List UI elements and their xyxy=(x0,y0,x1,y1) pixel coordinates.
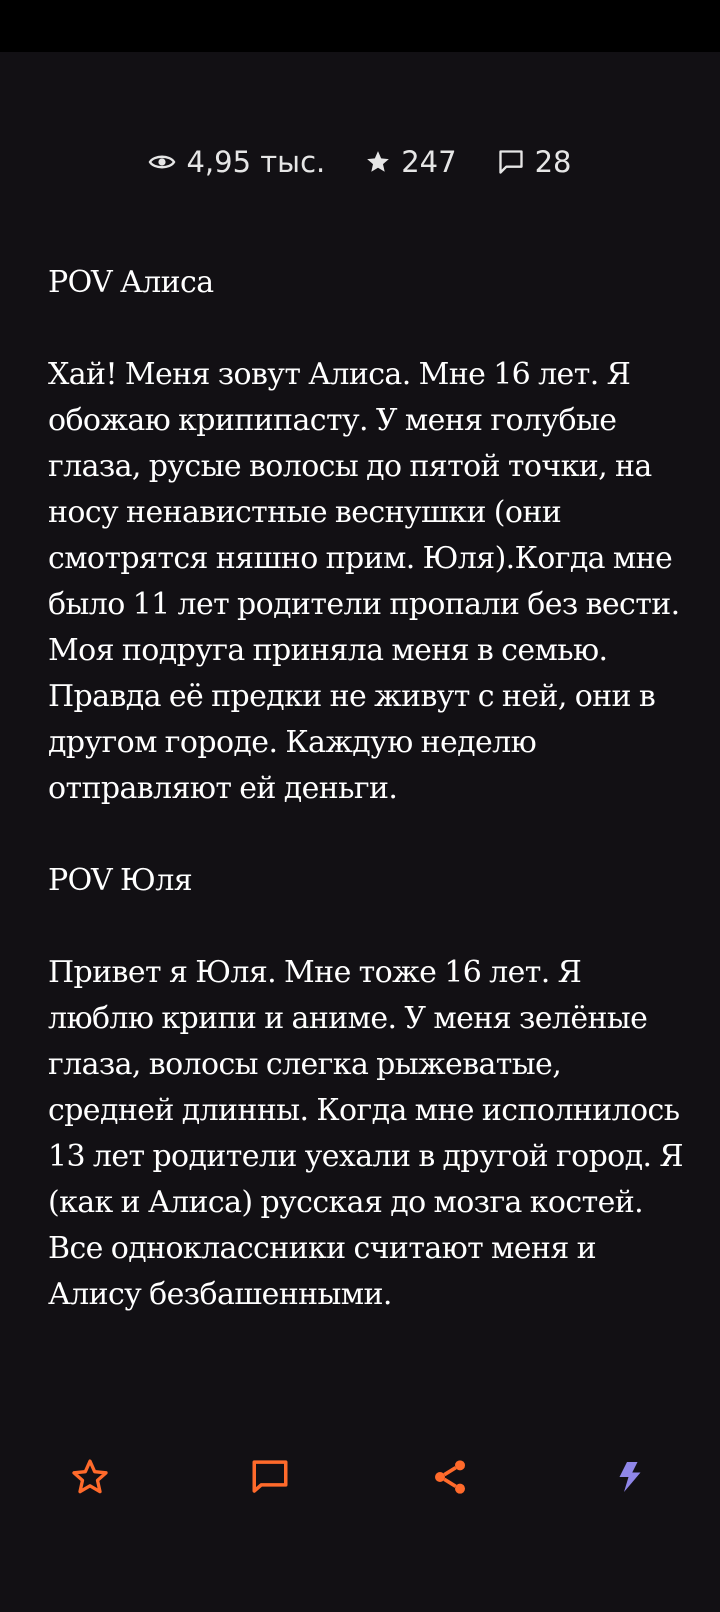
section-heading-alice: POV Алиса xyxy=(48,265,214,300)
comments-stat: 28 xyxy=(497,145,572,179)
boost-button[interactable] xyxy=(605,1452,655,1502)
views-stat: 4,95 тыс. xyxy=(148,145,325,179)
comment-button[interactable] xyxy=(245,1452,295,1502)
star-outline-icon xyxy=(72,1459,108,1494)
speech-bubble-icon xyxy=(498,150,523,174)
lightning-icon xyxy=(619,1462,641,1492)
favorite-button[interactable] xyxy=(65,1452,115,1502)
comments-count: 28 xyxy=(534,145,572,179)
share-button[interactable] xyxy=(425,1452,475,1502)
story-text: POV Алиса Хай! Меня зовут Алиса. Мне 16 … xyxy=(48,260,688,1364)
stats-row: 4,95 тыс. 247 28 xyxy=(0,138,720,186)
views-count: 4,95 тыс. xyxy=(186,145,326,179)
share-icon xyxy=(435,1460,465,1494)
section-heading-yulia: POV Юля xyxy=(48,863,193,898)
likes-count: 247 xyxy=(401,145,457,179)
star-icon xyxy=(367,151,390,172)
likes-stat: 247 xyxy=(365,145,457,179)
story-paragraph-yulia: Привет я Юля. Мне тоже 16 лет. Я люблю к… xyxy=(48,955,684,1312)
bottom-action-bar xyxy=(0,1452,720,1502)
status-bar xyxy=(0,0,720,52)
story-paragraph-alice: Хай! Меня зовут Алиса. Мне 16 лет. Я обо… xyxy=(48,357,680,806)
comment-icon xyxy=(252,1460,288,1493)
eye-icon xyxy=(149,155,176,169)
